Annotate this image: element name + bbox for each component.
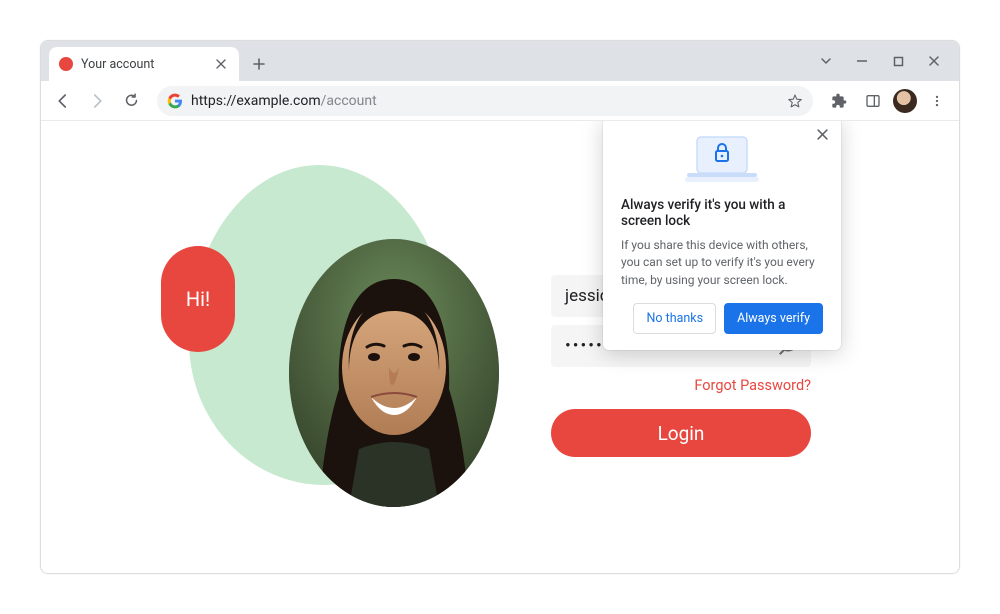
popup-title: Always verify it's you with a screen loc… — [621, 197, 823, 229]
popup-body: If you share this device with others, yo… — [621, 237, 823, 289]
menu-icon[interactable] — [923, 87, 951, 115]
url-path: /account — [321, 93, 377, 109]
lock-laptop-icon — [621, 131, 823, 187]
forgot-password-link[interactable]: Forgot Password? — [551, 377, 811, 394]
chevron-down-icon[interactable] — [817, 52, 835, 70]
bookmark-star-icon[interactable] — [787, 93, 803, 109]
hi-badge: Hi! — [161, 246, 235, 352]
tab-your-account[interactable]: Your account — [49, 47, 239, 81]
minimize-icon[interactable] — [853, 52, 871, 70]
screen-lock-popup: Always verify it's you with a screen loc… — [603, 121, 841, 350]
side-panel-icon[interactable] — [859, 87, 887, 115]
close-tab-icon[interactable] — [213, 56, 229, 72]
always-verify-button[interactable]: Always verify — [724, 303, 823, 334]
maximize-icon[interactable] — [889, 52, 907, 70]
user-photo — [289, 239, 499, 507]
toolbar: https://example.com/account — [41, 81, 959, 121]
hi-label: Hi! — [186, 287, 210, 311]
url-host: https://example.com — [191, 93, 321, 109]
login-button[interactable]: Login — [551, 409, 811, 457]
page-content: Hi! W Ple — [41, 121, 959, 573]
tab-strip: Your account — [41, 41, 959, 81]
tab-favicon-icon — [59, 57, 73, 71]
close-window-icon[interactable] — [925, 52, 943, 70]
reload-button[interactable] — [117, 87, 145, 115]
window-controls — [817, 41, 953, 81]
extensions-icon[interactable] — [825, 87, 853, 115]
url-text: https://example.com/account — [191, 93, 779, 109]
popup-close-icon[interactable] — [813, 125, 831, 143]
back-button[interactable] — [49, 87, 77, 115]
address-bar[interactable]: https://example.com/account — [157, 86, 813, 116]
new-tab-button[interactable] — [245, 50, 273, 78]
site-info-icon[interactable] — [167, 93, 183, 109]
profile-avatar[interactable] — [893, 89, 917, 113]
forward-button[interactable] — [83, 87, 111, 115]
browser-window: Your account https://example.com/account — [40, 40, 960, 574]
tab-title: Your account — [81, 57, 205, 72]
no-thanks-button[interactable]: No thanks — [633, 303, 716, 334]
